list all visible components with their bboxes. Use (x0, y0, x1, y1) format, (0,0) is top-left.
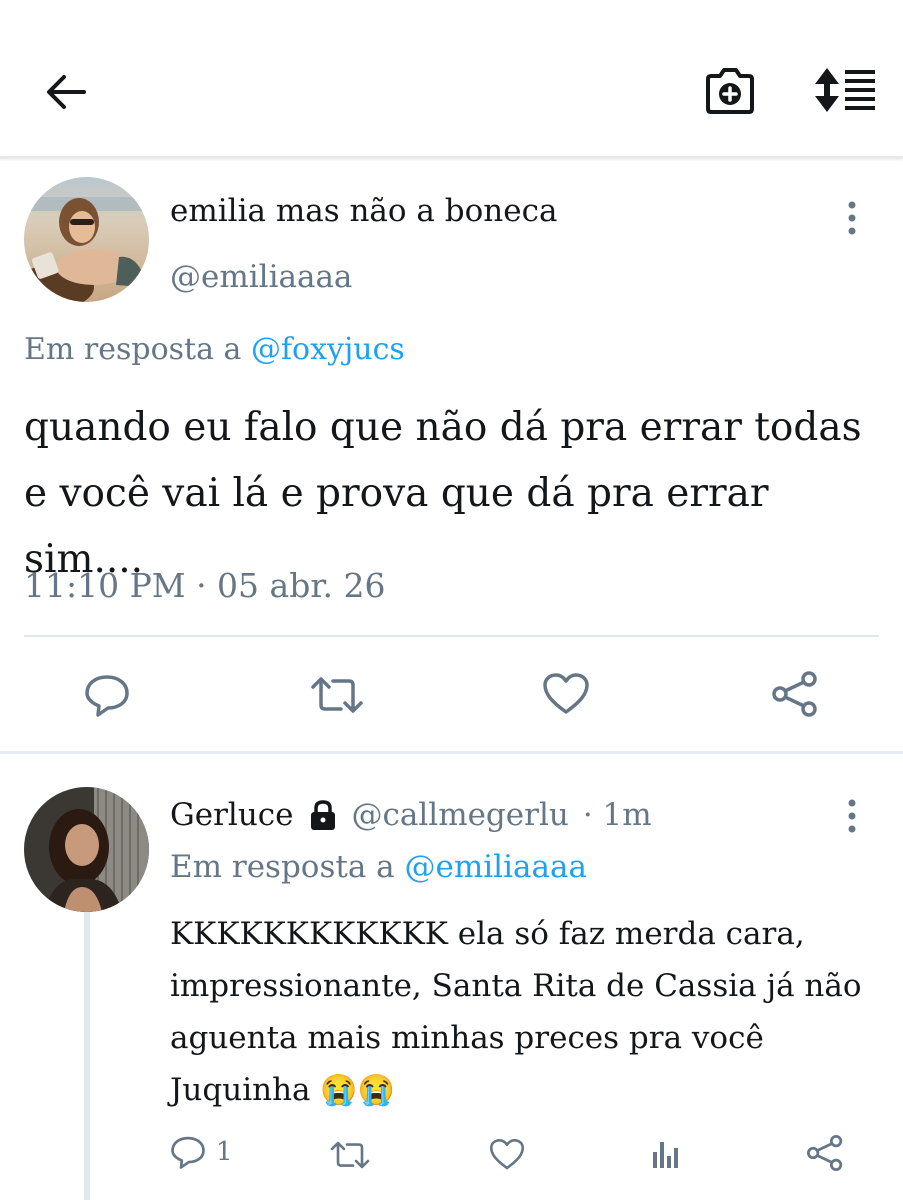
reply-reply-button[interactable]: 1 (170, 1135, 233, 1169)
share-icon (806, 1134, 843, 1172)
tweet-text: quando eu falo que não dá pra errar toda… (24, 405, 862, 582)
header-divider (0, 156, 903, 159)
reply-line: impressionante, Santa Rita de Cassia já … (170, 968, 862, 1004)
top-bar (0, 0, 903, 157)
sort-list-icon (815, 68, 875, 112)
reply-handle[interactable]: @callmegerlu (352, 797, 569, 833)
like-icon (543, 673, 589, 714)
reply-like-button[interactable] (488, 1136, 526, 1172)
reply-avatar-photo (24, 787, 149, 912)
avatar[interactable] (24, 177, 149, 302)
reply-to-link[interactable]: @emiliaaaa (405, 849, 587, 885)
more-vertical-icon (848, 201, 856, 235)
reply-count: 1 (216, 1137, 233, 1167)
reply-display-name[interactable]: Gerluce (170, 797, 294, 833)
like-button[interactable] (541, 671, 591, 717)
reply-to-link[interactable]: @foxyjucs (251, 332, 405, 367)
share-button[interactable] (770, 669, 820, 719)
reply-prefix: Em resposta a (170, 849, 395, 885)
retweet-icon (311, 677, 363, 713)
reply-context: Em resposta a @foxyjucs (24, 332, 405, 367)
thread-line (84, 912, 90, 1200)
crying-emoji: 😭😭 (320, 1073, 396, 1108)
reply-context-2: Em resposta a @emiliaaaa (170, 849, 587, 885)
reply-analytics-button[interactable] (648, 1136, 684, 1172)
reply-icon (85, 675, 129, 717)
like-icon (489, 1138, 525, 1169)
reply-time: · 1m (582, 797, 652, 833)
reply-avatar[interactable] (24, 787, 149, 912)
reply-prefix: Em resposta a (24, 332, 242, 367)
reply-line-text: Juquinha (170, 1072, 311, 1108)
more-vertical-icon (848, 799, 856, 833)
reply-more-options-button[interactable] (834, 796, 870, 836)
divider (24, 635, 879, 637)
arrow-left-icon (47, 75, 86, 109)
retweet-button[interactable] (308, 673, 366, 717)
avatar-photo (24, 177, 149, 302)
reply-line: KKKKKKKKKKKK ela só faz merda cara, (170, 916, 805, 952)
reply-retweet-button[interactable] (328, 1138, 372, 1172)
tweet-timestamp: 11:10 PM · 05 abr. 26 (24, 566, 386, 605)
share-icon (772, 671, 817, 717)
sort-button[interactable] (812, 64, 878, 116)
camera-add-icon (706, 68, 754, 114)
reply-icon (171, 1136, 205, 1169)
reply-share-button[interactable] (805, 1133, 845, 1173)
camera-add-button[interactable] (700, 62, 760, 120)
section-divider (0, 751, 903, 754)
display-name[interactable]: emilia mas não a boneca (170, 193, 557, 229)
back-button[interactable] (38, 66, 94, 118)
more-options-button[interactable] (834, 198, 870, 238)
analytics-icon (653, 1142, 678, 1168)
retweet-icon (330, 1141, 370, 1169)
user-handle[interactable]: @emiliaaaa (170, 259, 352, 295)
lock-icon (310, 800, 335, 830)
reply-text: KKKKKKKKKKKK ela só faz merda cara, impr… (170, 908, 890, 1117)
reply-line: Juquinha 😭😭 (170, 1064, 890, 1117)
reply-button[interactable] (82, 671, 132, 719)
reply-header: Gerluce @callmegerlu · 1m (170, 797, 652, 833)
reply-line: aguenta mais minhas preces pra você (170, 1020, 764, 1056)
